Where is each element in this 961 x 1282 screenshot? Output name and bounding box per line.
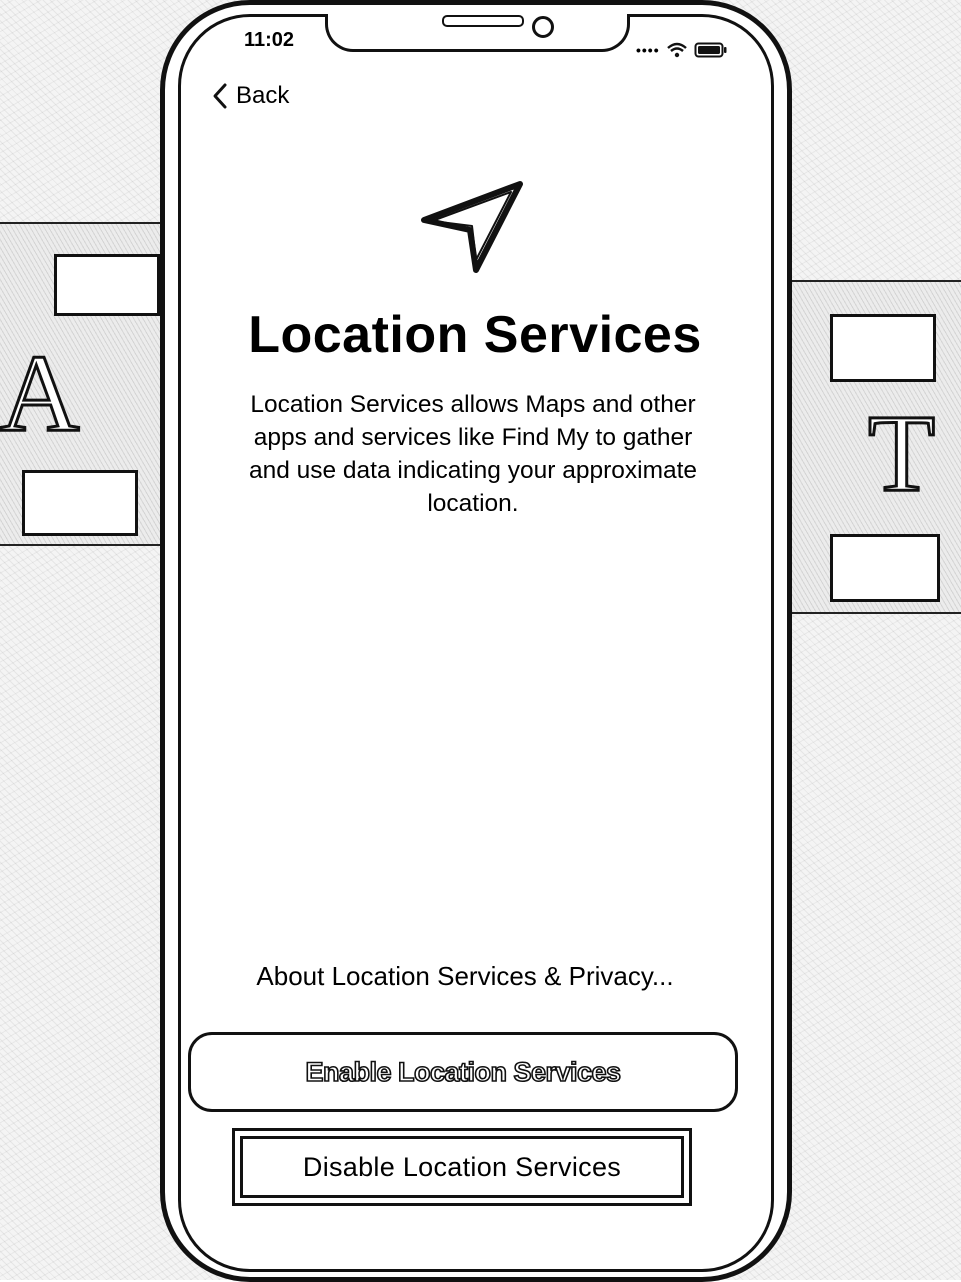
background-slot <box>830 314 936 382</box>
privacy-link[interactable]: About Location Services & Privacy... <box>200 961 730 992</box>
background-slot <box>54 254 160 316</box>
background-slot <box>830 534 940 602</box>
disable-location-services-button[interactable]: Disable Location Services <box>232 1128 692 1206</box>
back-button[interactable]: Back <box>212 82 289 110</box>
description-line: location. <box>427 490 519 517</box>
disable-button-inner: Disable Location Services <box>240 1136 684 1198</box>
description-line: and use data indicating your approximate <box>248 457 698 484</box>
description: Location Services allows Maps and other … <box>218 388 728 520</box>
location-arrow-icon <box>421 181 523 273</box>
wifi-icon <box>666 42 687 58</box>
status-icons: •••• <box>636 38 736 62</box>
page-title: Location Services <box>248 306 702 364</box>
background-slot <box>22 470 138 536</box>
enable-location-services-button[interactable]: Enable Location Services <box>188 1032 738 1112</box>
cellular-signal-icon: •••• <box>636 42 660 58</box>
background-letter: A <box>0 332 81 454</box>
front-camera <box>532 16 554 38</box>
background-letter: T <box>866 392 936 514</box>
battery-icon <box>694 42 727 58</box>
status-time: 11:02 <box>244 29 295 51</box>
enable-button-label: Enable Location Services <box>305 1056 622 1088</box>
earpiece-speaker <box>442 15 524 27</box>
description-line: Location Services allows Maps and other <box>250 391 696 418</box>
disable-button-label: Disable Location Services <box>302 1151 622 1182</box>
back-label: Back <box>236 82 290 109</box>
chevron-left-icon <box>213 83 227 109</box>
description-line: apps and services like Find My to gather <box>253 424 693 451</box>
